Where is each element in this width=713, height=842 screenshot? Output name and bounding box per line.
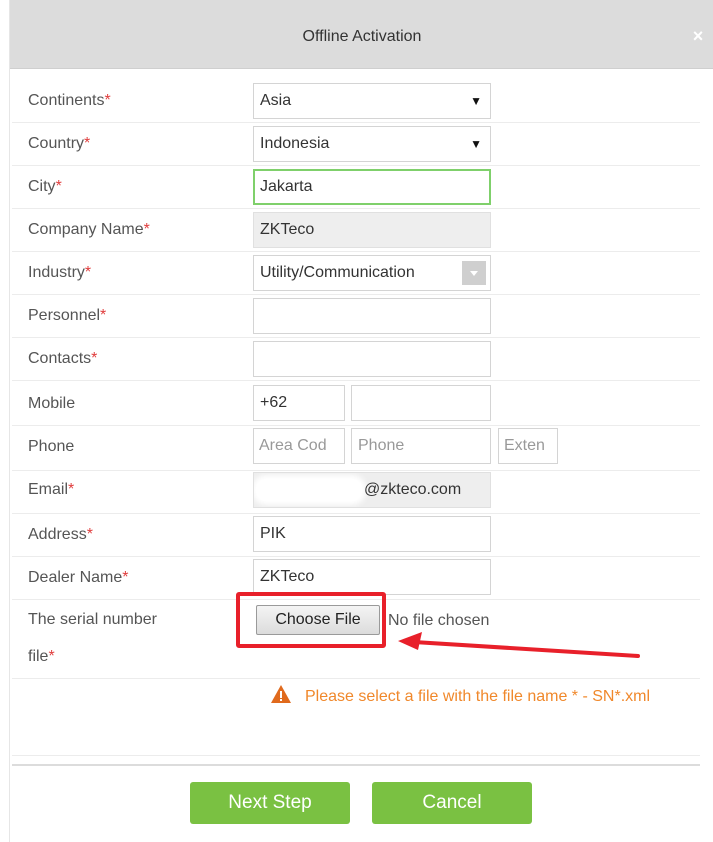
email-domain: @zkteco.com	[364, 481, 462, 498]
mobile-code-input[interactable]: +62	[253, 385, 345, 421]
close-icon[interactable]: ×	[688, 26, 708, 46]
dialog-title: Offline Activation	[302, 28, 422, 45]
company-name-field: ZKTeco	[253, 212, 491, 248]
address-label: Address*	[28, 526, 93, 543]
city-label: City*	[28, 178, 62, 195]
serial-file-label-line1: The serial number	[28, 611, 157, 628]
area-code-input[interactable]: Area Cod	[253, 428, 345, 464]
warning-message: Please select a file with the file name …	[305, 688, 651, 705]
continents-value: Asia	[260, 92, 292, 109]
country-label: Country*	[28, 135, 91, 152]
area-code-placeholder: Area Cod	[259, 437, 327, 454]
address-input[interactable]: PIK	[253, 516, 491, 552]
serial-file-label-line2: file*	[28, 648, 55, 665]
company-name-label: Company Name*	[28, 221, 150, 238]
city-input[interactable]: Jakarta	[253, 169, 491, 205]
mobile-number-input[interactable]	[351, 385, 491, 421]
contacts-input[interactable]	[253, 341, 491, 377]
extension-input[interactable]: Exten	[498, 428, 558, 464]
highlight-box	[236, 592, 386, 648]
industry-value: Utility/Communication	[260, 264, 415, 281]
phone-number-input[interactable]: Phone	[351, 428, 491, 464]
cancel-button[interactable]: Cancel	[372, 782, 532, 824]
mobile-label: Mobile	[28, 395, 76, 412]
file-status: No file chosen	[388, 612, 490, 629]
industry-label: Industry*	[28, 264, 92, 281]
dealer-name-label: Dealer Name*	[28, 569, 129, 586]
email-field[interactable]: @zkteco.com	[253, 472, 491, 508]
redacted-area	[256, 479, 362, 501]
next-step-button[interactable]: Next Step	[190, 782, 350, 824]
personnel-input[interactable]	[253, 298, 491, 334]
phone-number-placeholder: Phone	[358, 437, 405, 454]
dialog-titlebar: Offline Activation ×	[10, 0, 713, 69]
contacts-label: Contacts*	[28, 350, 98, 367]
phone-label: Phone	[28, 438, 75, 455]
country-value: Indonesia	[260, 135, 330, 152]
dropdown-arrow-icon: ▼	[470, 94, 482, 108]
dropdown-arrow-icon: ▼	[470, 137, 482, 151]
continents-label: Continents*	[28, 92, 111, 109]
country-select[interactable]: Indonesia ▼	[253, 126, 491, 162]
industry-combo[interactable]: Utility/Communication	[253, 255, 491, 291]
email-label: Email*	[28, 481, 75, 498]
dealer-name-input[interactable]: ZKTeco	[253, 559, 491, 595]
footer-divider	[12, 764, 700, 766]
annotation-arrow	[398, 632, 640, 658]
extension-placeholder: Exten	[504, 437, 545, 454]
continents-select[interactable]: Asia ▼	[253, 83, 491, 119]
personnel-label: Personnel*	[28, 307, 107, 324]
combo-arrow-icon[interactable]	[462, 261, 486, 285]
